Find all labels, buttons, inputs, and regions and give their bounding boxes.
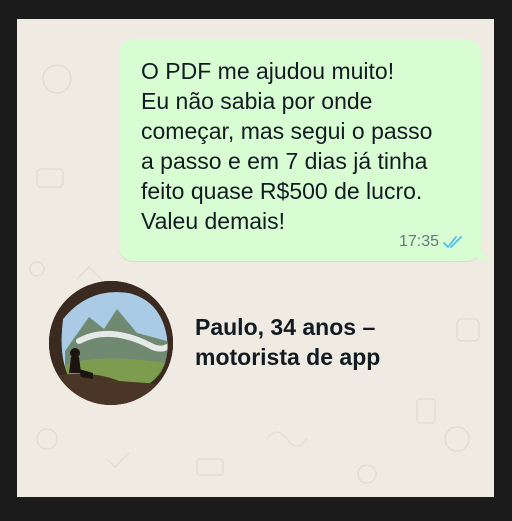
message-text: O PDF me ajudou muito! Eu não sabia por …: [141, 58, 433, 234]
avatar: [49, 281, 173, 405]
message-meta: 17:35: [399, 233, 465, 251]
message-time: 17:35: [398, 233, 439, 250]
author-name-age: Paulo, 34 anos –: [195, 314, 376, 340]
message-bubble[interactable]: O PDF me ajudou muito! Eu não sabia por …: [119, 39, 491, 261]
author-occupation: motorista de app: [195, 344, 381, 370]
testimonial-author: Paulo, 34 anos – motorista de app: [195, 312, 475, 372]
double-check-read-icon: [443, 236, 462, 248]
chat-card: O PDF me ajudou muito! Eu não sabia por …: [17, 19, 494, 497]
bubble-tail: [477, 247, 491, 261]
avatar-photo-mountain-cave: [49, 281, 173, 405]
